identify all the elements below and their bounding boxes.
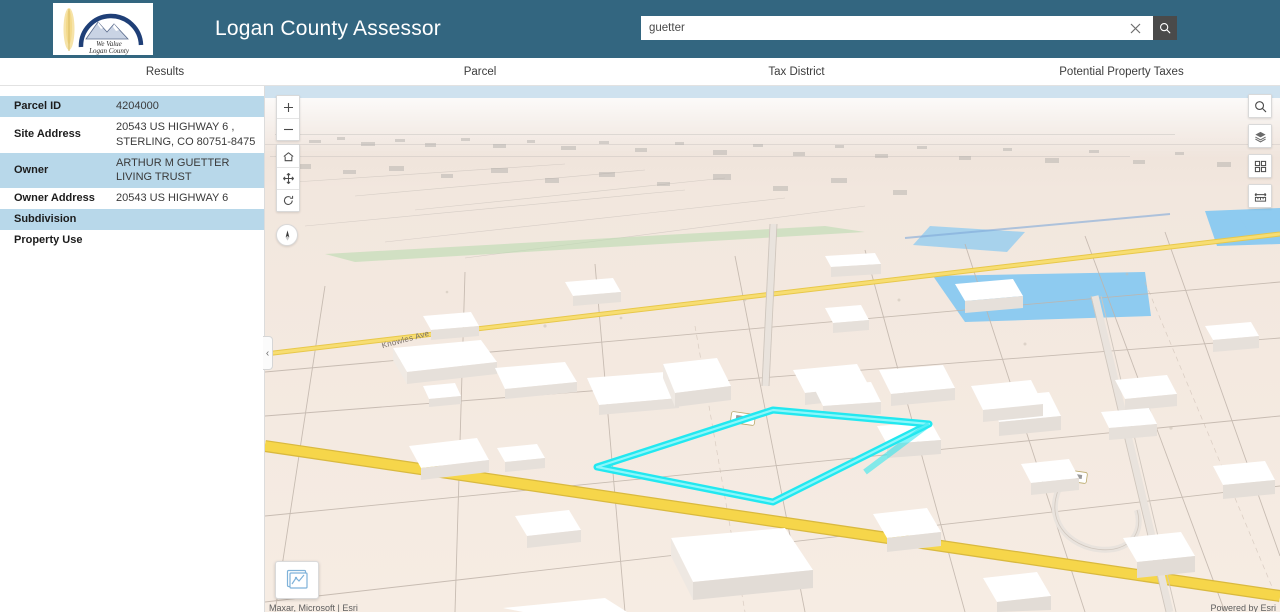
home-button[interactable] xyxy=(277,145,299,167)
powered-by-esri: Powered by Esri xyxy=(1210,603,1276,612)
rotate-reset-button[interactable] xyxy=(277,189,299,211)
attribute-key: Property Use xyxy=(14,233,83,246)
measure-tool xyxy=(1248,184,1272,208)
layer-list-icon xyxy=(1254,131,1266,142)
assessor-app: We Value Logan County Logan County Asses… xyxy=(0,0,1280,612)
app-header: We Value Logan County Logan County Asses… xyxy=(0,0,1280,58)
map-attribution: Maxar, Microsoft | Esri xyxy=(269,603,358,612)
attribute-value: ARTHUR M GUETTER LIVING TRUST xyxy=(116,156,230,184)
basemap-gallery-tool xyxy=(1248,154,1272,178)
search-bar xyxy=(641,16,1177,40)
table-row: Owner Address 20543 US HIGHWAY 6 xyxy=(0,188,264,209)
attribute-value: 4204000 xyxy=(116,100,159,112)
compass-button[interactable] xyxy=(276,224,298,246)
attribute-key: Parcel ID xyxy=(14,100,62,112)
logo-line2: Logan County xyxy=(88,47,130,55)
page-title: Logan County Assessor xyxy=(215,17,442,40)
minus-icon xyxy=(283,128,293,131)
table-row: Site Address 20543 US HIGHWAY 6 , STERLIN… xyxy=(0,117,264,153)
attribute-key: Owner xyxy=(14,163,49,176)
tab-parcel[interactable]: Parcel xyxy=(330,58,630,86)
compass-icon xyxy=(285,229,289,241)
attribute-key: Site Address xyxy=(14,128,81,141)
zoom-controls xyxy=(276,95,300,141)
plus-icon xyxy=(283,102,293,112)
panel-collapse-handle[interactable]: ‹ xyxy=(263,336,273,370)
navigation-controls xyxy=(276,144,300,212)
attribute-value xyxy=(108,230,264,251)
county-logo: We Value Logan County xyxy=(53,3,153,55)
measure-icon xyxy=(1254,192,1266,202)
overview-map-icon xyxy=(286,569,308,589)
zoom-in-button[interactable] xyxy=(277,96,299,118)
basemap-gallery-button[interactable] xyxy=(1249,155,1271,177)
search-icon xyxy=(1159,22,1171,34)
layer-list-button[interactable] xyxy=(1249,125,1271,147)
table-row: Subdivision xyxy=(0,209,264,230)
home-icon xyxy=(283,151,293,161)
attribute-key: Subdivision xyxy=(14,213,77,226)
close-icon xyxy=(1130,23,1140,33)
tab-results[interactable]: Results xyxy=(0,58,330,86)
map-tools xyxy=(1248,94,1272,214)
tab-tax-district[interactable]: Tax District xyxy=(630,58,963,86)
zoom-out-button[interactable] xyxy=(277,118,299,140)
layer-list-tool xyxy=(1248,124,1272,148)
basemap-gallery-icon xyxy=(1254,160,1266,172)
search-clear-button[interactable] xyxy=(1124,16,1146,40)
pan-icon xyxy=(282,173,294,184)
overview-map-button[interactable] xyxy=(275,561,319,599)
search-icon xyxy=(1254,100,1266,112)
attribute-value: 20543 US HIGHWAY 6 xyxy=(116,192,229,205)
parcel-attributes-body: Parcel ID 4204000 Site Address 20543 US HIG… xyxy=(0,96,264,251)
table-row: Owner ARTHUR M GUETTER LIVING TRUST xyxy=(0,152,264,189)
attribute-key: Owner Address xyxy=(14,192,95,205)
measure-button[interactable] xyxy=(1249,185,1271,207)
map-search-tool xyxy=(1248,94,1272,118)
attribute-value xyxy=(108,209,264,230)
attribute-value: 20543 US HIGHWAY 6 , STERLING, CO 80751-… xyxy=(116,120,256,148)
logan-county-seal-icon: We Value Logan County xyxy=(53,3,153,55)
rotate-reset-icon xyxy=(283,195,293,205)
pan-button[interactable] xyxy=(277,167,299,189)
map-viewport[interactable]: Knowles Ave Maxar, Microsoft | Esri Powe… xyxy=(265,86,1280,612)
map-canvas xyxy=(265,86,1280,612)
table-row: Parcel ID 4204000 xyxy=(0,96,264,117)
search-input[interactable] xyxy=(641,16,1153,40)
results-panel: Parcel ID 4204000 Site Address 20543 US HIG… xyxy=(0,86,265,612)
tab-potential-property-taxes[interactable]: Potential Property Taxes xyxy=(963,58,1280,86)
parcel-attributes-table: Parcel ID 4204000 Site Address 20543 US HIG… xyxy=(0,96,264,251)
map-search-button[interactable] xyxy=(1249,95,1271,117)
search-submit-button[interactable] xyxy=(1153,16,1177,40)
tab-bar: Results Parcel Tax District Potential Pr… xyxy=(0,58,1280,86)
table-row: Property Use xyxy=(0,230,264,251)
